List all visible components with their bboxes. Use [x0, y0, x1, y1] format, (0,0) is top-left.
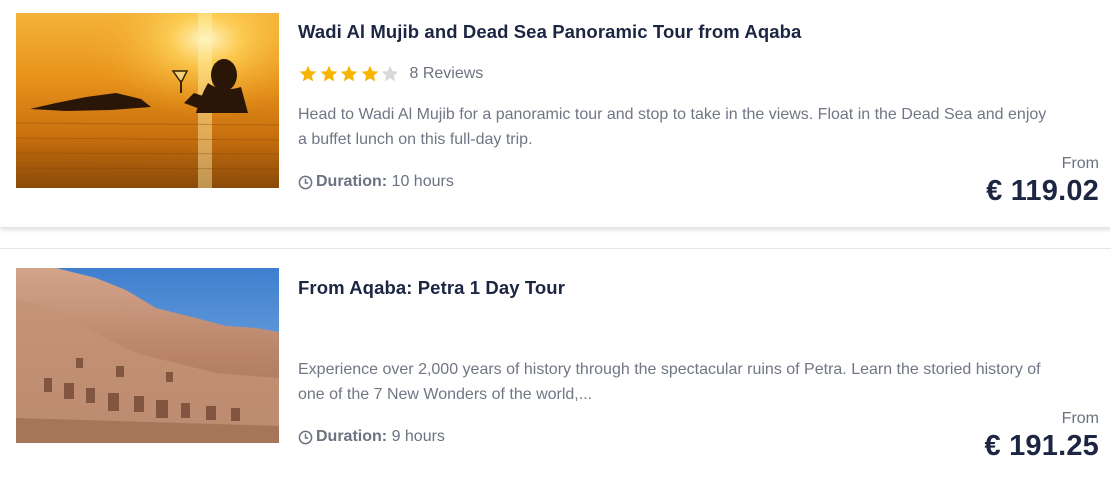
star-rating [298, 64, 401, 84]
duration-label: Duration: [316, 428, 388, 445]
star-filled-icon [320, 65, 337, 82]
tour-description: Experience over 2,000 years of history t… [298, 361, 1041, 403]
duration-value: 9 hours [391, 428, 445, 445]
price-from-label: From [1061, 410, 1099, 427]
tour-image-petra[interactable] [16, 268, 279, 443]
clock-icon [298, 175, 313, 189]
dead-sea-photo [16, 13, 279, 188]
duration-label: Duration: [316, 173, 388, 190]
star-filled-icon [340, 65, 358, 82]
tour-title[interactable]: Wadi Al Mujib and Dead Sea Panoramic Tou… [298, 21, 801, 43]
tour-description: Head to Wadi Al Mujib for a panoramic to… [298, 106, 1047, 148]
petra-photo [16, 268, 279, 443]
star-empty-icon [381, 65, 399, 82]
duration-value: 10 hours [391, 173, 454, 190]
rating: 8 Reviews [298, 64, 483, 84]
star-filled-icon [299, 65, 317, 82]
price-from-label: From [1061, 155, 1099, 172]
tour-title[interactable]: From Aqaba: Petra 1 Day Tour [298, 277, 565, 299]
tour-card[interactable]: Wadi Al Mujib and Dead Sea Panoramic Tou… [0, 0, 1111, 227]
duration: Duration: 10 hours [298, 173, 454, 191]
tour-card[interactable]: From Aqaba: Petra 1 Day Tour Experience … [0, 248, 1111, 478]
tour-price: € 191.25 [984, 430, 1099, 462]
tour-image-dead-sea[interactable] [16, 13, 279, 188]
tour-price: € 119.02 [986, 175, 1099, 207]
duration: Duration: 9 hours [298, 428, 445, 446]
review-count[interactable]: 8 Reviews [410, 65, 484, 83]
clock-icon [298, 430, 313, 444]
star-filled-icon [361, 65, 378, 82]
